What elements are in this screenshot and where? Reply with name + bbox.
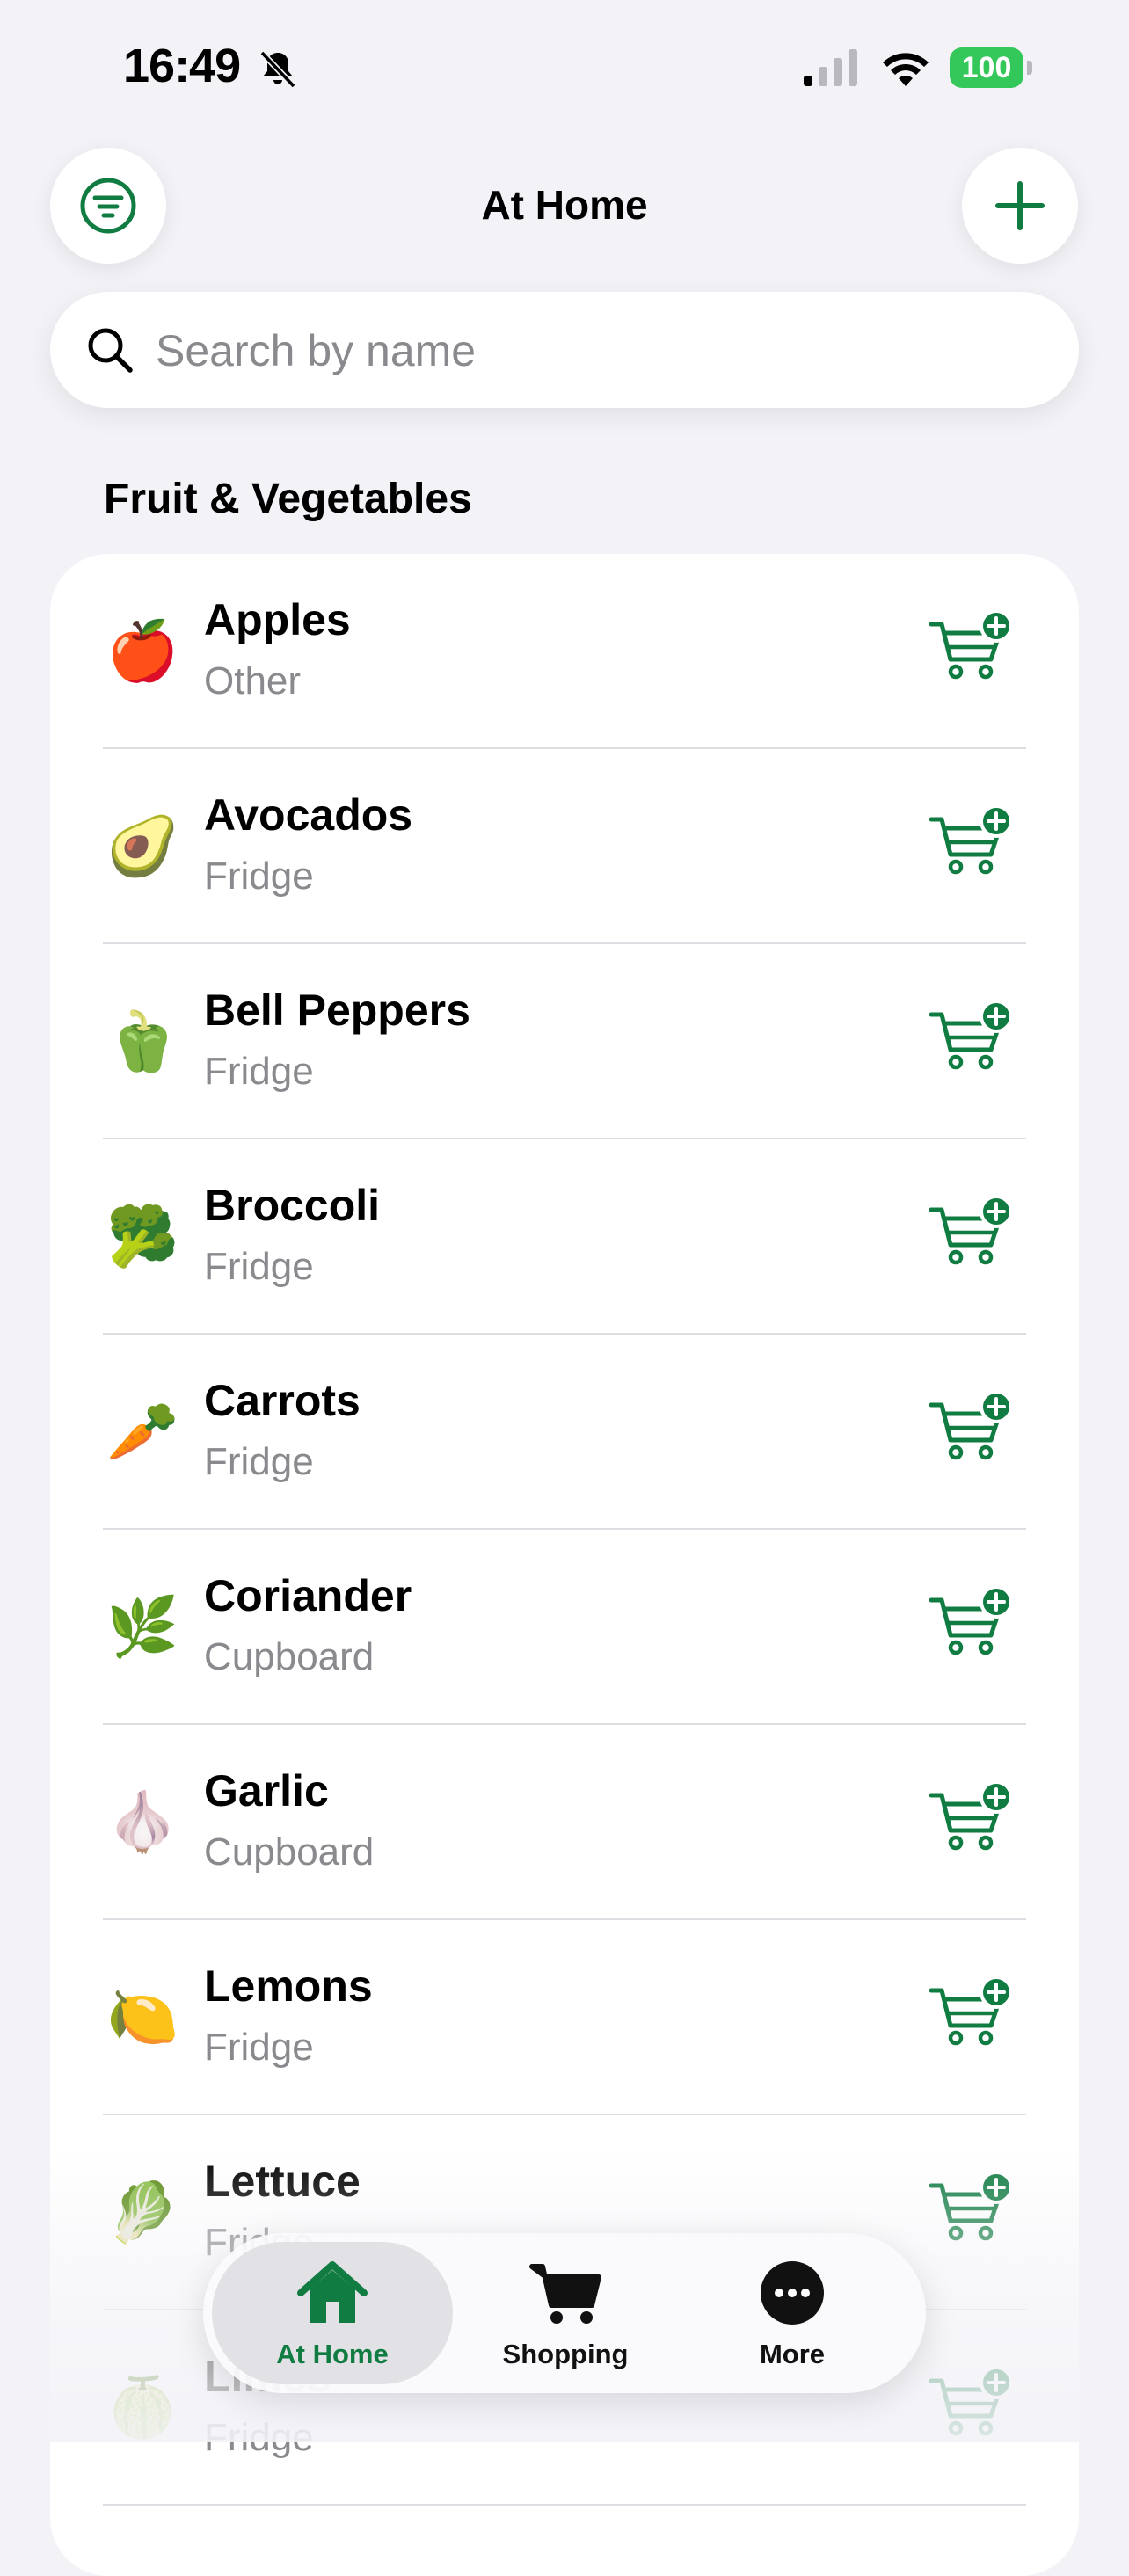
item-location: Other bbox=[204, 659, 302, 702]
item-emoji-icon: 🥦 bbox=[106, 1204, 179, 1269]
list-item[interactable]: 🥑 Avocados Fridge bbox=[50, 749, 1079, 944]
item-location: Fridge bbox=[204, 2026, 314, 2069]
search-icon bbox=[88, 328, 133, 373]
list-item[interactable]: 🥕 Carrots Fridge bbox=[50, 1335, 1079, 1530]
section-title: Fruit & Vegetables bbox=[104, 476, 472, 522]
list-item[interactable]: 🍎 Apples Other bbox=[50, 554, 1079, 749]
item-name: Garlic bbox=[204, 1766, 329, 1816]
tab-more[interactable]: More bbox=[696, 2242, 889, 2384]
cart-plus-icon[interactable] bbox=[929, 608, 1014, 682]
item-emoji-icon: 🥕 bbox=[106, 1399, 179, 1464]
status-bar: 16:49 100 bbox=[0, 0, 1129, 132]
cart-plus-icon[interactable] bbox=[929, 1389, 1014, 1463]
tab-label: At Home bbox=[276, 2339, 389, 2369]
tab-shopping[interactable]: Shopping bbox=[467, 2242, 664, 2384]
battery-level: 100 bbox=[950, 47, 1023, 88]
add-item-button[interactable] bbox=[962, 148, 1078, 264]
item-name: Avocados bbox=[204, 790, 413, 840]
search-input[interactable] bbox=[154, 318, 1037, 383]
item-emoji-icon: 🍎 bbox=[106, 618, 179, 683]
status-time: 16:49 bbox=[123, 40, 241, 92]
ellipsis-circle-icon bbox=[761, 2261, 824, 2325]
cart-plus-icon[interactable] bbox=[929, 804, 1014, 877]
item-name: Lemons bbox=[204, 1961, 373, 2011]
item-location: Fridge bbox=[204, 855, 314, 898]
list-item[interactable]: 🥦 Broccoli Fridge bbox=[50, 1139, 1079, 1335]
list-item[interactable]: 🌿 Coriander Cupboard bbox=[50, 1530, 1079, 1725]
battery-indicator: 100 bbox=[950, 47, 1032, 88]
item-name: Bell Peppers bbox=[204, 986, 470, 1035]
item-emoji-icon: 🥑 bbox=[106, 813, 179, 878]
search-bar[interactable] bbox=[50, 292, 1079, 408]
cart-plus-icon[interactable] bbox=[929, 1584, 1014, 1658]
cart-plus-icon[interactable] bbox=[929, 1779, 1014, 1853]
item-name: Broccoli bbox=[204, 1181, 381, 1230]
item-location: Cupboard bbox=[204, 1830, 375, 1874]
list-item[interactable]: 🧄 Garlic Cupboard bbox=[50, 1725, 1079, 1920]
cellular-signal-icon bbox=[804, 49, 857, 86]
item-emoji-icon: 🧄 bbox=[106, 1789, 179, 1854]
item-location: Cupboard bbox=[204, 1635, 375, 1678]
item-location: Fridge bbox=[204, 1440, 314, 1483]
page-title: At Home bbox=[481, 182, 648, 228]
item-location: Fridge bbox=[204, 1245, 314, 1288]
tab-bar: At Home Shopping More bbox=[203, 2233, 926, 2393]
item-name: Apples bbox=[204, 595, 351, 644]
bell-slash-icon bbox=[259, 50, 296, 89]
cart-icon bbox=[529, 2264, 601, 2324]
item-location: Fridge bbox=[204, 1050, 314, 1093]
cart-plus-icon[interactable] bbox=[929, 999, 1014, 1073]
house-icon bbox=[297, 2261, 368, 2323]
cart-plus-icon[interactable] bbox=[929, 1194, 1014, 1268]
tab-label: More bbox=[759, 2339, 826, 2369]
list-item[interactable]: 🍋 Lemons Fridge bbox=[50, 1920, 1079, 2115]
item-name: Carrots bbox=[204, 1376, 361, 1425]
item-emoji-icon: 🍋 bbox=[106, 1984, 179, 2049]
item-emoji-icon: 🌿 bbox=[106, 1594, 179, 1659]
battery-cap bbox=[1027, 61, 1032, 75]
cart-plus-icon[interactable] bbox=[929, 1975, 1014, 2048]
row-divider bbox=[103, 2504, 1026, 2506]
wifi-icon bbox=[883, 53, 929, 86]
plus-icon bbox=[995, 181, 1045, 230]
tab-label: Shopping bbox=[502, 2339, 629, 2369]
list-item[interactable]: 🫑 Bell Peppers Fridge bbox=[50, 944, 1079, 1139]
item-emoji-icon: 🫑 bbox=[106, 1008, 179, 1073]
tab-at-home[interactable]: At Home bbox=[212, 2242, 453, 2384]
item-name: Coriander bbox=[204, 1571, 412, 1620]
